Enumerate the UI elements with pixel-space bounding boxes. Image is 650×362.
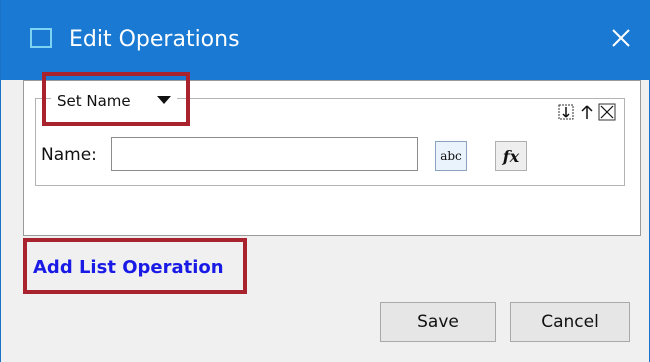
formula-button[interactable]: fx [495, 141, 527, 171]
operation-row-toolbar [557, 103, 621, 121]
cancel-button[interactable]: Cancel [510, 302, 630, 342]
text-mode-button[interactable]: abc [435, 141, 467, 171]
title-bar: Edit Operations [1, 0, 650, 80]
dialog-title: Edit Operations [69, 27, 240, 52]
name-input[interactable] [111, 137, 418, 171]
name-label: Name: [41, 145, 97, 165]
operation-type-label: Set Name [57, 92, 131, 110]
edit-operations-dialog: Edit Operations Set Name Name: abc fx Ad… [0, 0, 650, 362]
move-up-icon[interactable] [577, 103, 597, 121]
chevron-down-icon [157, 96, 171, 104]
remove-icon[interactable] [597, 103, 617, 121]
operation-type-dropdown[interactable]: Set Name [51, 90, 177, 112]
window-icon [30, 28, 52, 48]
insert-icon[interactable] [557, 103, 577, 121]
add-list-operation-link[interactable]: Add List Operation [33, 257, 224, 278]
close-icon[interactable] [603, 20, 639, 56]
save-button[interactable]: Save [380, 302, 496, 342]
